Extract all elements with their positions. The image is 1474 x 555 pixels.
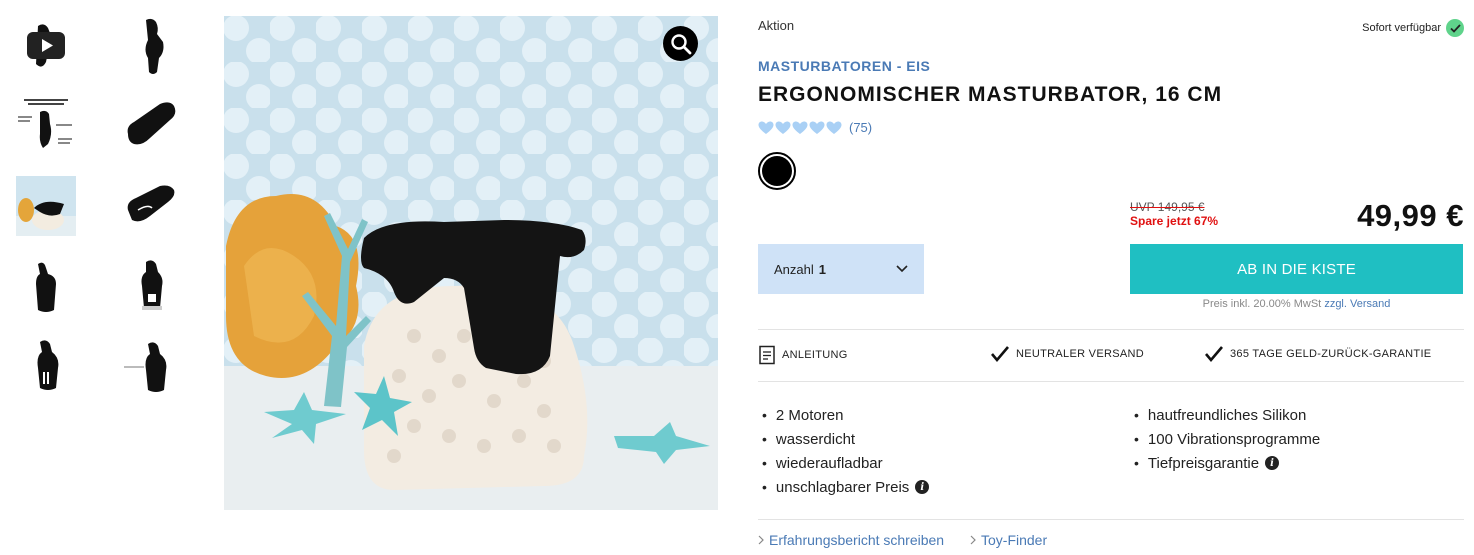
list-item: hautfreundliches Silikon (1134, 403, 1320, 427)
play-icon (27, 24, 65, 67)
list-item: unschlagbarer Preisi (762, 475, 930, 499)
current-price: 49,99 € (1357, 198, 1464, 233)
thumbnail-8[interactable] (122, 256, 182, 316)
info-icon[interactable]: i (1265, 456, 1280, 470)
list-item: wasserdicht (762, 427, 929, 451)
tax-note-text: Preis inkl. 20.00% MwSt (1202, 298, 1322, 310)
toy-finder-label: Toy-Finder (981, 532, 1048, 548)
thumbnail-7[interactable] (16, 256, 76, 316)
toy-finder-link[interactable]: Toy-Finder (970, 532, 1047, 548)
color-swatch-fill (762, 156, 792, 186)
guarantee-label: 365 TAGE GELD-ZURÜCK-GARANTIE (1230, 348, 1432, 360)
rating-count[interactable]: (75) (849, 120, 872, 135)
availability-status: Sofort verfügbar (1362, 19, 1464, 37)
breadcrumb: MASTURBATOREN - EIS (758, 58, 930, 74)
manual-label: ANLEITUNG (782, 349, 848, 361)
chevron-right-icon (758, 535, 764, 545)
quantity-select[interactable]: Anzahl 1 (758, 244, 924, 294)
check-circle-icon (1446, 19, 1464, 37)
divider (758, 381, 1464, 382)
breadcrumb-separator: - (896, 58, 902, 74)
breadcrumb-subcategory-link[interactable]: EIS (906, 58, 930, 74)
thumbnail-3[interactable] (16, 96, 76, 156)
list-item: wiederaufladbar (762, 451, 929, 475)
rating-hearts (758, 121, 842, 135)
feature-neutral-shipping: NEUTRALER VERSAND (990, 345, 1144, 363)
list-item: 2 Motoren (762, 403, 929, 427)
checkmark-icon (1205, 346, 1223, 363)
manual-link[interactable]: ANLEITUNG (758, 345, 848, 365)
heart-icon (775, 121, 791, 134)
chevron-down-icon (896, 265, 908, 273)
heart-icon (792, 121, 808, 134)
product-info-panel: Aktion Sofort verfügbar MASTURBATOREN - … (758, 0, 1464, 555)
thumbnail-9[interactable] (16, 336, 76, 396)
heart-icon (809, 121, 825, 134)
feature-guarantee: 365 TAGE GELD-ZURÜCK-GARANTIE (1204, 345, 1431, 363)
heart-icon (758, 121, 774, 134)
breadcrumb-category-link[interactable]: MASTURBATOREN (758, 58, 892, 74)
thumbnail-gallery (0, 0, 210, 555)
tax-note: Preis inkl. 20.00% MwSt zzgl. Versand (1130, 298, 1463, 310)
zoom-button[interactable] (663, 26, 698, 61)
quantity-label: Anzahl (774, 261, 814, 277)
list-item: Tiefpreisgarantiei (1134, 451, 1320, 475)
review-link[interactable]: Erfahrungsbericht schreiben (758, 532, 944, 548)
divider (758, 519, 1464, 520)
add-to-cart-button[interactable]: AB IN DIE KISTE (1130, 244, 1463, 294)
list-item: 100 Vibrationsprogramme (1134, 427, 1320, 451)
checkmark-icon (991, 346, 1009, 363)
thumbnail-5-selected[interactable] (16, 176, 76, 236)
quantity-value: 1 (818, 261, 826, 277)
feature-list-right: hautfreundliches Silikon 100 Vibrationsp… (1134, 403, 1320, 475)
document-icon (759, 345, 775, 365)
feature-list-left: 2 Motoren wasserdicht wiederaufladbar un… (762, 403, 930, 499)
neutral-shipping-label: NEUTRALER VERSAND (1016, 348, 1144, 360)
saving-text: Spare jetzt 67% (1130, 214, 1219, 228)
shipping-link[interactable]: zzgl. Versand (1324, 298, 1390, 310)
thumbnail-10[interactable] (122, 336, 182, 396)
product-main-image[interactable] (224, 16, 718, 510)
review-link-label: Erfahrungsbericht schreiben (769, 532, 945, 548)
availability-text: Sofort verfügbar (1362, 22, 1441, 34)
info-icon[interactable]: i (915, 480, 930, 494)
product-photo (224, 16, 718, 510)
product-title: ERGONOMISCHER MASTURBATOR, 16 CM (758, 83, 1223, 106)
thumbnail-2[interactable] (122, 16, 182, 76)
thumbnail-4[interactable] (122, 96, 182, 156)
chevron-right-icon (970, 535, 976, 545)
thumbnail-6[interactable] (122, 176, 182, 236)
color-swatch-black[interactable] (758, 152, 796, 190)
thumbnail-video[interactable] (16, 16, 76, 76)
rating[interactable]: (75) (758, 120, 872, 135)
promo-label: Aktion (758, 18, 795, 33)
divider (758, 329, 1464, 330)
heart-icon (826, 121, 842, 134)
magnifier-icon (670, 33, 691, 54)
original-price: UVP 149,95 € (1130, 200, 1205, 214)
